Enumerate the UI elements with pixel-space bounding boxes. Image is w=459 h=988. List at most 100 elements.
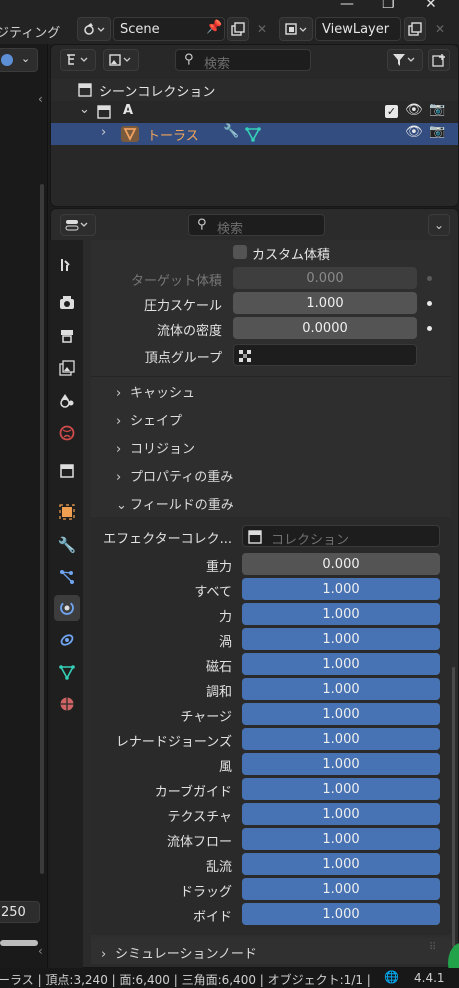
tab-data[interactable] (54, 659, 80, 685)
field-weight-slider[interactable]: 1.000 (242, 703, 440, 725)
scroll-left-icon[interactable]: ‹ (38, 944, 43, 958)
mesh-data-icon[interactable] (245, 126, 261, 142)
wrench-modifier-icon[interactable]: 🔧 (223, 124, 239, 139)
new-viewlayer-button[interactable] (404, 17, 426, 41)
pressure-scale-field[interactable]: 1.000 (233, 292, 417, 314)
properties-search-input[interactable]: ⚲ 検索 (188, 214, 325, 237)
tab-material[interactable] (54, 691, 80, 717)
panel-shape-header[interactable]: › シェイプ (116, 410, 182, 429)
pin-icon[interactable]: 📌 (206, 20, 222, 35)
field-weight-slider[interactable]: 1.000 (242, 778, 440, 800)
scrollbar[interactable] (40, 184, 44, 874)
custom-volume-checkbox[interactable] (233, 245, 247, 259)
tab-physics[interactable] (54, 595, 80, 621)
version-label: 4.4.1 (414, 971, 445, 985)
drag-handle-icon[interactable]: ⠿ (429, 942, 436, 953)
panel-property-weights-header[interactable]: › プロパティの重み (116, 466, 233, 485)
filter-view-dropdown[interactable] (103, 49, 139, 71)
chevron-right-icon: › (116, 470, 122, 485)
keyframe-dot[interactable] (427, 301, 432, 306)
physics-icon (60, 601, 74, 615)
field-weight-slider[interactable]: 1.000 (242, 603, 440, 625)
workspace-tab-label[interactable]: ジティング (0, 22, 60, 41)
editor-type-dropdown[interactable] (60, 214, 96, 236)
viewlayer-type-dropdown[interactable] (279, 17, 313, 41)
viewlayer-name-field[interactable]: ViewLayer (315, 17, 401, 41)
field-weight-slider[interactable]: 1.000 (242, 753, 440, 775)
shading-dropdown[interactable]: ⌄ (0, 48, 38, 72)
effector-collection-field[interactable]: コレクション (242, 525, 440, 548)
close-window-icon[interactable]: ✕ (425, 0, 437, 12)
scene-name-field[interactable]: Scene 📌 (113, 17, 225, 41)
eye-icon[interactable]: 👁 (405, 102, 423, 118)
tab-collection[interactable] (54, 458, 80, 484)
field-weight-value: 1.000 (322, 906, 360, 922)
field-weight-slider[interactable]: 1.000 (242, 903, 440, 925)
target-volume-label: ターゲット体積 (130, 274, 222, 289)
field-weight-slider[interactable]: 0.000 (242, 553, 440, 575)
outliner-row-collection-a[interactable]: ⌄ A ✓ 👁 📷 (51, 101, 458, 123)
field-weight-slider[interactable]: 1.000 (242, 628, 440, 650)
outliner-row-torus[interactable]: › トーラス 🔧 👁 📷 (51, 123, 458, 145)
field-weight-slider[interactable]: 1.000 (242, 728, 440, 750)
camera-icon[interactable]: 📷 (429, 102, 445, 117)
field-weight-label: 調和 (205, 685, 232, 700)
options-dropdown[interactable]: ⌄ (428, 214, 450, 236)
chevron-down-icon: ⌄ (116, 498, 127, 513)
new-collection-button[interactable] (428, 49, 450, 71)
tab-world[interactable] (54, 420, 80, 446)
field-weight-slider[interactable]: 1.000 (242, 678, 440, 700)
display-mode-dropdown[interactable] (60, 49, 96, 71)
globe-icon[interactable]: 🌐 (384, 970, 399, 984)
panel-cache-header[interactable]: › キャッシュ (116, 382, 195, 401)
funnel-icon (393, 54, 415, 66)
field-weight-slider[interactable]: 1.000 (242, 878, 440, 900)
tab-view-layer[interactable] (54, 355, 80, 381)
properties-scrollbar[interactable] (452, 667, 455, 947)
vertex-group-field[interactable] (233, 344, 417, 366)
effector-collection-placeholder: コレクション (271, 533, 350, 548)
tab-modifiers[interactable]: 🔧 (54, 532, 80, 558)
tab-scene[interactable] (54, 387, 80, 413)
panel-field-weights-label: フィールドの重み (130, 498, 234, 513)
outliner-search-input[interactable]: ⚲ 検索 (175, 49, 311, 72)
outliner-row-scene-collection[interactable]: シーンコレクション (51, 79, 458, 101)
tab-object[interactable] (54, 499, 80, 525)
field-weight-slider[interactable]: 1.000 (242, 828, 440, 850)
field-weight-value: 1.000 (322, 856, 360, 872)
tab-particles[interactable] (54, 564, 80, 590)
eye-icon[interactable]: 👁 (405, 124, 423, 140)
panel-simulation-nodes[interactable]: › シミュレーションノード ⠿ (91, 938, 451, 964)
tab-constraints[interactable] (54, 627, 80, 653)
tab-tool[interactable] (54, 252, 80, 278)
expand-chevron-down-icon[interactable]: ⌄ (79, 102, 90, 117)
minimize-icon[interactable]: — (340, 0, 354, 12)
panel-field-weights-header[interactable]: ⌄ フィールドの重み (116, 494, 234, 513)
filter-dropdown[interactable] (387, 49, 423, 71)
maximize-icon[interactable]: ❐ (382, 0, 395, 12)
field-weight-slider[interactable]: 1.000 (242, 803, 440, 825)
field-weight-slider[interactable]: 1.000 (242, 578, 440, 600)
field-weight-value: 1.000 (322, 656, 360, 672)
fluid-density-field[interactable]: 0.0000 (233, 317, 417, 339)
field-weight-slider[interactable]: 1.000 (242, 653, 440, 675)
tab-output[interactable] (54, 323, 80, 349)
camera-icon[interactable]: 📷 (429, 124, 445, 139)
collapse-arrow-icon[interactable]: ‹ (38, 92, 43, 106)
new-scene-button[interactable] (227, 17, 249, 41)
scene-type-dropdown[interactable] (77, 17, 111, 41)
delete-viewlayer-icon[interactable]: ✕ (430, 17, 450, 41)
field-weight-value: 1.000 (322, 831, 360, 847)
field-weight-slider[interactable]: 1.000 (242, 853, 440, 875)
exclude-checkbox[interactable]: ✓ (385, 105, 398, 118)
end-frame-field[interactable]: 250 (0, 901, 40, 923)
delete-scene-icon[interactable]: ✕ (252, 17, 272, 41)
panel-property-weights-label: プロパティの重み (130, 470, 234, 485)
tab-render[interactable] (54, 290, 80, 316)
timeline-scrollbar[interactable] (0, 940, 38, 946)
panel-collision-header[interactable]: › コリジョン (116, 438, 195, 457)
target-volume-field: 0.000 (233, 267, 417, 289)
keyframe-dot[interactable] (427, 326, 432, 331)
expand-chevron-right-icon[interactable]: › (101, 125, 106, 140)
panel-shape-label: シェイプ (130, 414, 183, 429)
